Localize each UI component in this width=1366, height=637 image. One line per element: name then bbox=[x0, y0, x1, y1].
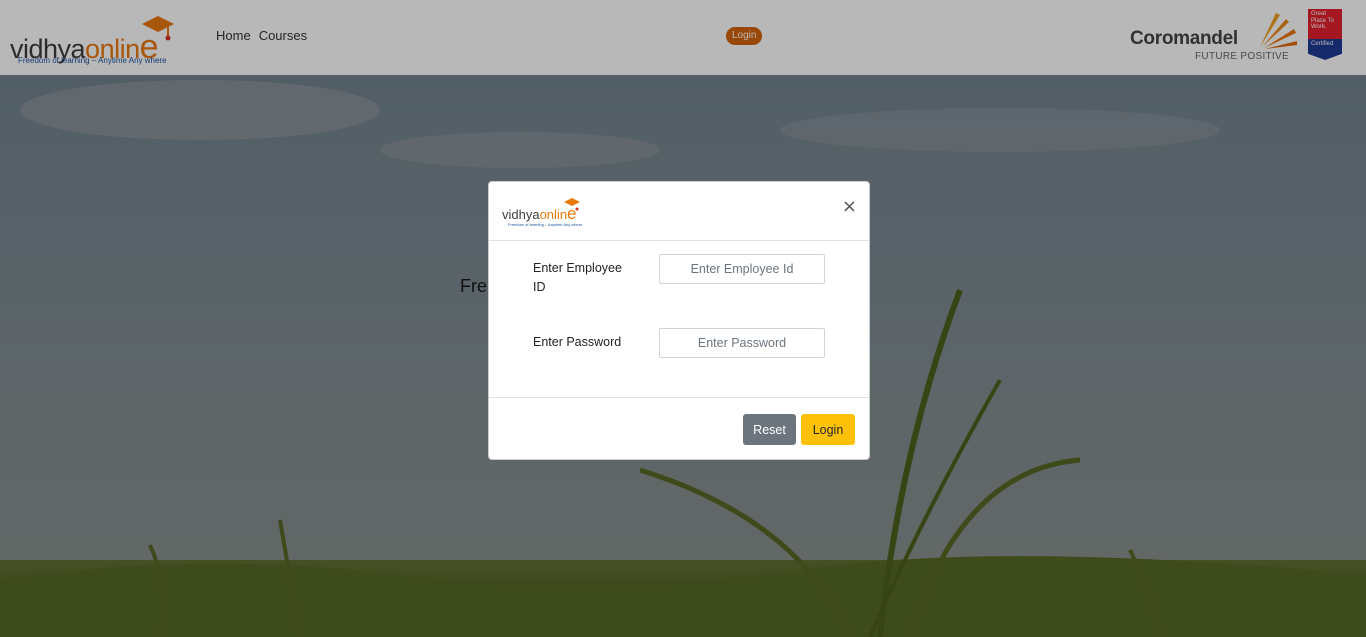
modal-logo-tagline: Freedom of learning – Anytime Any where bbox=[508, 222, 583, 227]
modal-logo: vidhyaonline Freedom of learning – Anyti… bbox=[502, 195, 582, 229]
reset-button[interactable]: Reset bbox=[743, 414, 796, 445]
employee-id-input[interactable] bbox=[659, 254, 825, 284]
modal-footer: Reset Login bbox=[489, 397, 869, 461]
login-button[interactable]: Login bbox=[801, 414, 855, 445]
password-input[interactable] bbox=[659, 328, 825, 358]
header-dim bbox=[0, 0, 1366, 75]
close-icon[interactable]: × bbox=[842, 198, 857, 216]
modal-logo-prefix: vidhya bbox=[502, 207, 540, 222]
modal-header: vidhyaonline Freedom of learning – Anyti… bbox=[489, 182, 869, 241]
modal-body: Enter Employee ID Enter Password bbox=[489, 242, 869, 397]
graduation-cap-icon bbox=[564, 198, 580, 211]
employee-id-label: Enter Employee ID bbox=[533, 261, 622, 294]
password-label: Enter Password bbox=[533, 335, 622, 349]
login-modal: vidhyaonline Freedom of learning – Anyti… bbox=[488, 181, 870, 460]
